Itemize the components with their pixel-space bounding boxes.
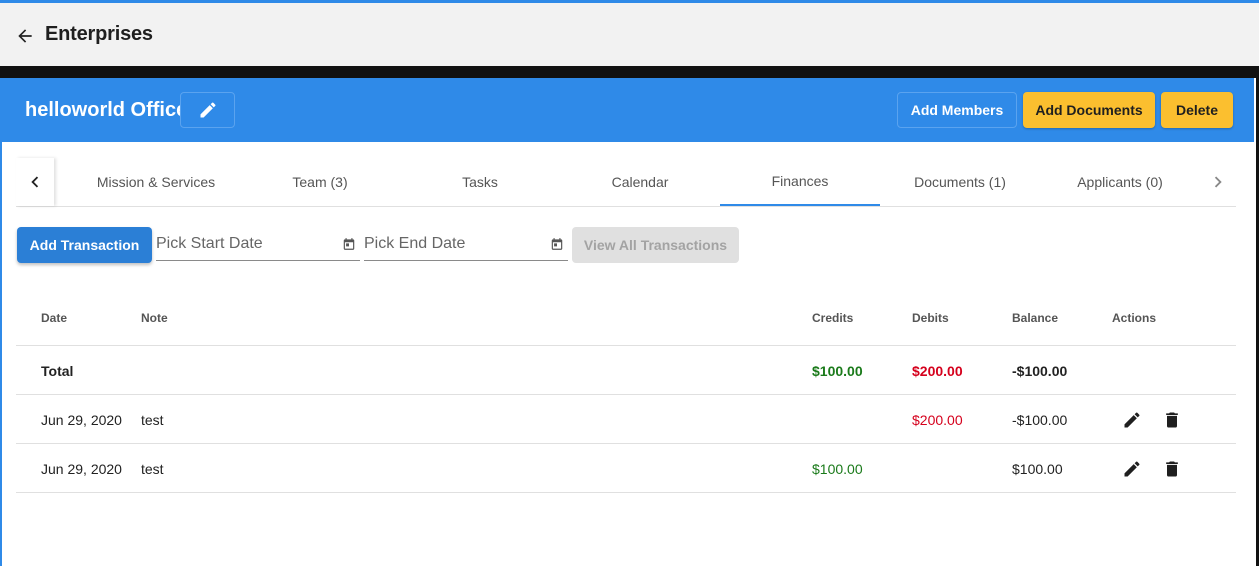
total-label: Total [41,363,74,379]
column-header-actions: Actions [1112,311,1157,325]
table-row: Jun 29, 2020 test $200.00 -$100.00 [16,395,1236,444]
row-balance: -$100.00 [1012,412,1068,428]
total-row: Total $100.00 $200.00 -$100.00 [16,346,1236,395]
tab-finances[interactable]: Finances [720,158,880,206]
add-members-button[interactable]: Add Members [897,92,1017,128]
tab-documents[interactable]: Documents (1) [880,158,1040,206]
chevron-right-icon [1214,176,1222,188]
row-date: Jun 29, 2020 [41,461,122,477]
edit-transaction-button[interactable] [1120,457,1144,481]
delete-transaction-button[interactable] [1160,408,1184,432]
table-header-row: Date Note Credits Debits Balance Actions [16,290,1236,346]
trash-icon [1166,461,1178,477]
row-debits: $200.00 [912,412,963,428]
column-header-date[interactable]: Date [41,311,67,325]
tab-bar: Mission & Services Team (3) Tasks Calend… [16,158,1236,207]
column-header-debits[interactable]: Debits [912,311,949,325]
tab-team[interactable]: Team (3) [240,158,400,206]
edit-transaction-button[interactable] [1120,408,1144,432]
app-bar: Enterprises [0,3,1259,66]
trash-icon [1166,412,1178,428]
row-date: Jun 29, 2020 [41,412,122,428]
total-balance: -$100.00 [1012,363,1068,379]
start-date-field[interactable]: Pick Start Date [156,229,360,261]
delete-button[interactable]: Delete [1161,92,1233,128]
row-note: test [141,461,164,477]
row-balance: $100.00 [1012,461,1063,477]
column-header-credits[interactable]: Credits [812,311,853,325]
pencil-icon [1124,461,1140,477]
calendar-icon[interactable] [342,237,356,251]
tab-applicants[interactable]: Applicants (0) [1040,158,1200,206]
pencil-icon [1124,412,1140,428]
tab-tasks[interactable]: Tasks [400,158,560,206]
pencil-icon [200,102,216,118]
row-note: test [141,412,164,428]
total-credits: $100.00 [812,363,863,379]
back-button[interactable] [12,23,38,49]
divider-band [0,66,1259,78]
end-date-field[interactable]: Pick End Date [364,229,568,261]
end-date-placeholder: Pick End Date [364,235,466,252]
page-title: Enterprises [45,23,153,45]
tab-mission-services[interactable]: Mission & Services [76,158,236,206]
table-row: Jun 29, 2020 test $100.00 $100.00 [16,444,1236,493]
tab-scroll-next-button[interactable] [1200,158,1236,206]
chevron-left-icon [31,176,39,188]
tab-scroll-prev-button[interactable] [16,158,54,206]
column-header-note[interactable]: Note [141,311,168,325]
enterprise-header: helloworld Office Add Members Add Docume… [2,78,1254,142]
arrow-left-icon [18,29,32,43]
delete-transaction-button[interactable] [1160,457,1184,481]
view-all-transactions-button[interactable]: View All Transactions [572,227,739,263]
calendar-icon[interactable] [550,237,564,251]
total-debits: $200.00 [912,363,963,379]
column-header-balance[interactable]: Balance [1012,311,1058,325]
office-name: helloworld Office [25,99,188,121]
add-documents-button[interactable]: Add Documents [1023,92,1155,128]
row-credits: $100.00 [812,461,863,477]
start-date-placeholder: Pick Start Date [156,235,263,252]
tab-calendar[interactable]: Calendar [560,158,720,206]
edit-name-button[interactable] [180,92,235,128]
add-transaction-button[interactable]: Add Transaction [17,227,152,263]
